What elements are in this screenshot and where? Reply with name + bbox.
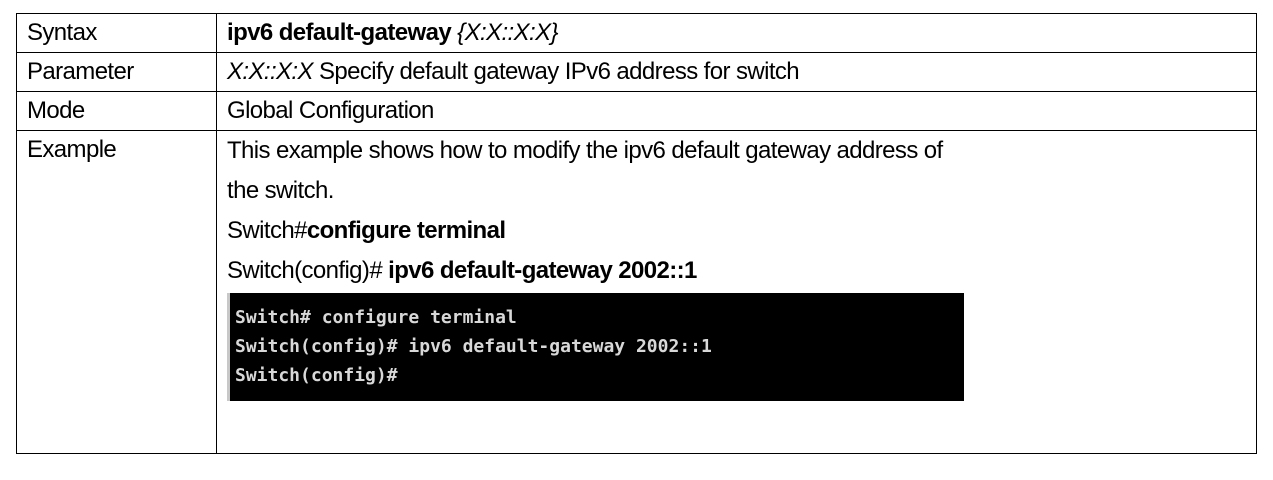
terminal-line-3: Switch(config)# [235,365,398,386]
syntax-command: ipv6 default-gateway [227,19,452,46]
syntax-value: ipv6 default-gateway {X:X::X:X} [216,13,1257,53]
mode-value: Global Configuration [216,91,1257,131]
example-step-1: Switch#configure terminal [227,211,1256,251]
syntax-row: Syntax ipv6 default-gateway {X:X::X:X} [16,13,1257,53]
terminal-cropped-line [235,295,964,303]
mode-row: Mode Global Configuration [16,91,1257,131]
parameter-name: X:X::X:X [227,58,314,85]
syntax-label: Syntax [16,13,217,53]
syntax-argument: {X:X::X:X} [457,19,558,46]
example-description-line-2: the switch. [227,177,334,204]
terminal-screenshot: Switch# configure terminal Switch(config… [227,293,964,401]
example-content: This example shows how to modify the ipv… [216,130,1257,454]
command-reference-table: Syntax ipv6 default-gateway {X:X::X:X} P… [16,13,1257,454]
example-step-2: Switch(config)# ipv6 default-gateway 200… [227,251,1256,291]
example-description-line-1: This example shows how to modify the ipv… [227,137,943,164]
mode-label: Mode [16,91,217,131]
step-2-command: ipv6 default-gateway 2002::1 [388,257,697,284]
step-2-prompt: Switch(config)# [227,257,389,284]
terminal-line-1: Switch# configure terminal [235,307,517,328]
terminal-line-2: Switch(config)# ipv6 default-gateway 200… [235,336,712,357]
parameter-label: Parameter [16,52,217,92]
parameter-row: Parameter X:X::X:X Specify default gatew… [16,52,1257,92]
parameter-value: X:X::X:X Specify default gateway IPv6 ad… [216,52,1257,92]
parameter-description: Specify default gateway IPv6 address for… [318,58,800,85]
example-row: Example This example shows how to modify… [16,130,1257,454]
step-1-command: configure terminal [306,217,506,244]
step-1-prompt: Switch# [227,217,307,244]
example-label: Example [16,130,217,454]
